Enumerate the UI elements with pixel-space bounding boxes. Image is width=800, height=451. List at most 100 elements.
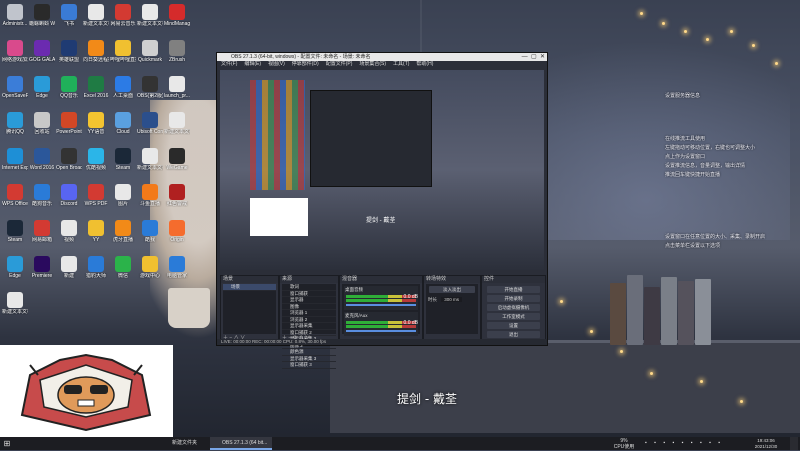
streamer-logo [0,345,173,438]
desktop-icon[interactable]: Open Broadcaster [56,148,82,171]
desktop-icon[interactable]: 红色警戒 [164,184,190,207]
desktop-icon[interactable]: 新建文本文档 (2).txt [2,292,28,315]
obs-titlebar[interactable]: OBS 27.1.3 (64-bit, windows) - 配置文件: 未命名… [217,53,547,61]
desktop-icon[interactable]: YY语音 [83,112,109,135]
desktop-icon[interactable]: 飞书 [56,4,82,27]
desktop-icon[interactable]: 新建文本文档 (3).txt [137,4,163,27]
sources-list[interactable]: 歌词窗口捕获显示器图像浏览器 1浏览器 2显示器采集窗口捕获 2显示器采集 2图… [282,284,336,369]
desktop-icon-label: Premiere [31,273,53,279]
control-button[interactable]: 开始录制 [487,295,540,302]
wallpaper-mug [168,288,210,328]
source-item[interactable]: 窗口捕获 3 [282,362,336,369]
control-button[interactable]: 启动虚拟摄像机 [487,304,540,311]
desktop-icon[interactable]: Steam [2,220,28,243]
desktop-icon[interactable]: Excel 2016 [83,76,109,99]
desktop-icon[interactable]: YY [83,220,109,243]
desktop-icon[interactable]: Steam [110,148,136,171]
tray-icons[interactable]: ▪ ▪ ▪ ▪ ▪ ▪ ▪ ▪ ▪ [645,437,745,450]
desktop-icon[interactable]: 虎牙直播 [110,220,136,243]
taskbar-item-obs[interactable]: OBS 27.1.3 (64 bit... [210,437,272,450]
desktop-icon-label: 新建文本文档 (5).txt [164,129,190,135]
desktop-icon[interactable]: 新建文本文档 (1).txt [83,4,109,27]
desktop-icon[interactable]: Origin [164,220,190,243]
menu-item[interactable]: 场景集合(S) [359,61,386,67]
scenes-list[interactable]: 场景 [223,284,276,334]
desktop-icon[interactable]: 酷狗音乐 [29,184,55,207]
desktop-icon[interactable]: 新建文本文档 (5).txt [164,112,190,135]
transition-select[interactable]: 淡入淡出 [429,286,475,293]
desktop-icon[interactable]: ZBrush [164,40,190,63]
control-button[interactable]: 开始直播 [487,286,540,293]
menu-item[interactable]: 视图(V) [268,61,285,67]
volume-slider[interactable] [346,304,416,306]
desktop-icon-label: 微信 [117,273,128,279]
obs-window[interactable]: OBS 27.1.3 (64-bit, windows) - 配置文件: 未命名… [216,52,548,369]
window-controls[interactable]: — ▢ ✕ [522,53,545,61]
desktop-icon[interactable]: Edge [2,256,28,279]
taskbar-item-folder[interactable]: 新建文件夹 [150,437,208,450]
control-button[interactable]: 设置 [487,322,540,329]
desktop-icon[interactable]: WeGame [164,148,190,171]
desktop-icon[interactable]: MindManager [164,4,190,27]
desktop-icon[interactable]: Administr... [2,4,28,27]
obs-preview[interactable]: 提剑 - 戴荃 [220,70,544,270]
desktop-icon[interactable]: WPS Office [2,184,28,207]
menu-item[interactable]: 停靠部件(D) [292,61,319,67]
volume-slider[interactable] [346,330,416,332]
desktop-icon[interactable]: PowerPoint [56,112,82,135]
control-button[interactable]: 工作室模式 [487,313,540,320]
sources-dock: 来源 歌词窗口捕获显示器图像浏览器 1浏览器 2显示器采集窗口捕获 2显示器采集… [279,275,339,369]
desktop-icon[interactable]: Discord [56,184,82,207]
desktop-icon[interactable]: 优酷视频 [83,148,109,171]
menu-item[interactable]: 编辑(E) [244,61,261,67]
duration-input[interactable]: 300 ms [441,297,463,302]
desktop-icon[interactable]: 网络游戏加速 工具 [2,40,28,63]
desktop-icon[interactable]: Edge [29,76,55,99]
desktop-icon[interactable]: 网易邮箱 [29,220,55,243]
desktop-icon[interactable]: 视频 [56,220,82,243]
desktop-icon[interactable]: 图片 [110,184,136,207]
desktop-icon[interactable]: 回收站 [29,112,55,135]
app-icon [88,4,104,20]
desktop-icon[interactable]: 新建文本文档 [137,148,163,171]
scene-item[interactable]: 场景 [223,284,276,291]
menu-item[interactable]: 文件(F) [221,61,237,67]
desktop-icon[interactable]: 斗鱼直播 [137,184,163,207]
desktop-icon[interactable]: 哔哩哔哩直播姬 [110,40,136,63]
desktop-icon[interactable]: GOG GALAXY [29,40,55,63]
desktop-icon[interactable]: 新建 [56,256,82,279]
menu-item[interactable]: 帮助(H) [416,61,433,67]
desktop-icon[interactable]: 英雄联盟 [56,40,82,63]
preview-nested-obs [310,90,432,187]
desktop-icon[interactable]: 蟾蜍蝌蚪 WeGame版 [29,4,55,27]
desktop-icon[interactable]: 网易云音乐 [110,4,136,27]
desktop-icon-label: 人工桌面 [112,93,133,99]
desktop-icon[interactable]: Internet Explorer [2,148,28,171]
desktop-icon[interactable]: 微信 [110,256,136,279]
desktop-icon[interactable]: 酷我 [137,220,163,243]
control-button[interactable]: 退出 [487,331,540,338]
desktop-icon[interactable]: 猎豹大师 [83,256,109,279]
app-icon [61,220,77,236]
desktop-icon[interactable]: Premiere [29,256,55,279]
desktop-icon[interactable]: OBS(第2版) [137,76,163,99]
desktop-icon[interactable]: WPS PDF [83,184,109,207]
desktop-icon[interactable]: 向日葵远程控制 [83,40,109,63]
menu-item[interactable]: 工具(T) [393,61,409,67]
menu-item[interactable]: 配置文件(P) [326,61,353,67]
desktop-icon[interactable]: OpenSavePro [2,76,28,99]
desktop-icon[interactable]: Ubisoft Connect [137,112,163,135]
desktop-icon[interactable]: Quickmark [137,40,163,63]
desktop-icon[interactable]: launch_pr... [164,76,190,99]
start-icon[interactable]: ⊞ [0,437,14,450]
taskbar-clock[interactable]: 19:43:06 2021/12/30 [746,437,786,450]
app-icon [7,40,23,56]
show-desktop-button[interactable] [790,437,798,450]
desktop-icon[interactable]: 人工桌面 [110,76,136,99]
desktop-icon[interactable]: QQ音乐 [56,76,82,99]
desktop-icon[interactable]: 游戏中心 [137,256,163,279]
desktop-icon[interactable]: Cloud [110,112,136,135]
desktop-icon[interactable]: 腾讯QQ [2,112,28,135]
desktop-icon[interactable]: Word 2016 [29,148,55,171]
desktop-icon[interactable]: 电脑管家 [164,256,190,279]
